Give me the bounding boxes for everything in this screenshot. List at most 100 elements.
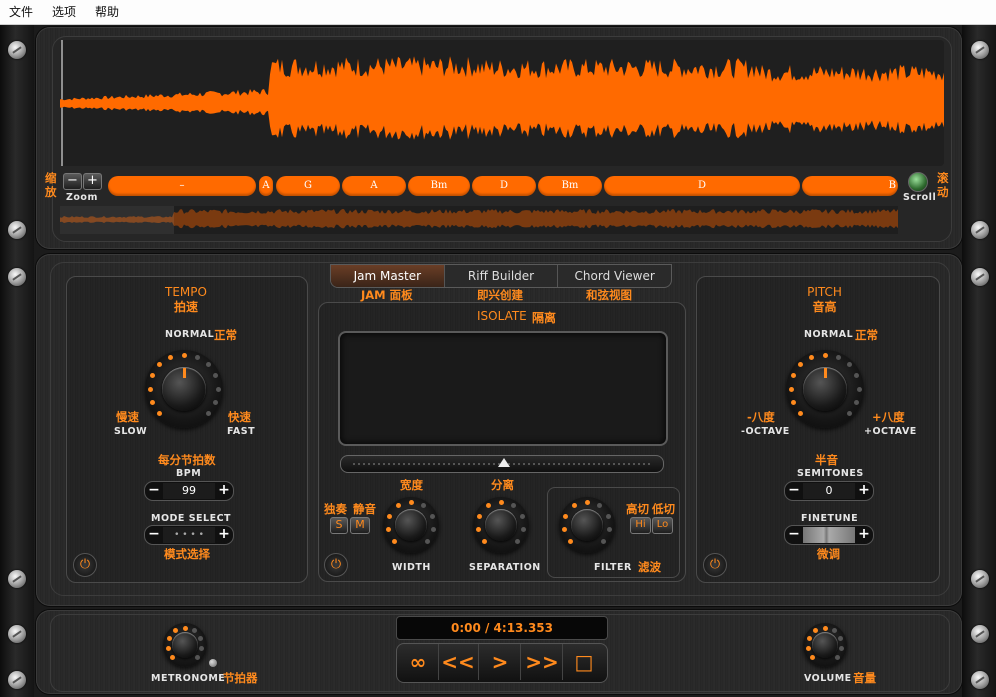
- overview-svg: [60, 206, 898, 234]
- waveform-overview[interactable]: [60, 206, 898, 234]
- knob-tick-led: [182, 625, 188, 631]
- scroll-toggle-button[interactable]: [908, 172, 928, 192]
- pitch-power-icon[interactable]: ⏻: [703, 553, 727, 577]
- screw-icon: [8, 268, 26, 286]
- knob-tick-led: [395, 503, 401, 509]
- knob-tick-led: [514, 538, 520, 544]
- tempo-fast-cn: 快速: [228, 410, 251, 424]
- finetune-increment-button[interactable]: +: [855, 527, 873, 543]
- pitch-title-cn: 音高: [812, 300, 837, 314]
- zoom-cn-label-2: 放: [45, 185, 57, 199]
- mute-button[interactable]: M: [350, 517, 370, 534]
- knob-tick-led: [511, 503, 517, 509]
- finetune-slider[interactable]: [803, 527, 855, 543]
- screw-icon: [8, 570, 26, 588]
- knob-tick-led: [788, 386, 794, 392]
- semitones-value[interactable]: 0: [803, 483, 855, 499]
- menu-help[interactable]: 帮助: [86, 0, 129, 24]
- chord-segment[interactable]: Bm: [408, 176, 470, 196]
- knob-tick-led: [846, 362, 852, 368]
- rewind-button[interactable]: <<: [438, 644, 479, 680]
- stop-button[interactable]: □: [564, 644, 604, 680]
- tempo-knob[interactable]: [145, 350, 223, 428]
- chord-segment[interactable]: –: [108, 176, 256, 196]
- knob-tick-led: [199, 645, 205, 651]
- play-button[interactable]: >: [480, 644, 521, 680]
- width-knob[interactable]: [383, 497, 439, 553]
- solo-button[interactable]: S: [330, 517, 348, 534]
- knob-tick-led: [822, 352, 828, 358]
- knob-tick-led: [568, 538, 574, 544]
- pitch-title: PITCH: [807, 285, 842, 299]
- knob-tick-led: [856, 386, 862, 392]
- bpm-decrement-button[interactable]: −: [145, 483, 163, 499]
- tab-jam-cn: JAM 面板: [361, 288, 413, 302]
- pitch-normal-label: NORMAL: [804, 329, 854, 340]
- hicut-cn-label: 高切: [626, 502, 649, 516]
- semitones-decrement-button[interactable]: −: [785, 483, 803, 499]
- knob-tick-led: [477, 513, 483, 519]
- bpm-value[interactable]: 99: [163, 483, 215, 499]
- mode-select-value[interactable]: • • • •: [163, 527, 215, 543]
- tempo-fast-label: FAST: [227, 426, 256, 437]
- knob-tick-led: [181, 352, 187, 358]
- plus-octave-label: +OCTAVE: [864, 426, 917, 437]
- tempo-title-cn: 拍速: [173, 300, 198, 314]
- loop-button[interactable]: ∞: [398, 644, 439, 680]
- waveform-display[interactable]: [60, 40, 944, 166]
- volume-knob[interactable]: [803, 623, 847, 667]
- tempo-knob-indicator: [183, 368, 186, 378]
- knob-tick-led: [605, 513, 611, 519]
- separation-knob[interactable]: [473, 497, 529, 553]
- chord-segment[interactable]: B: [802, 176, 898, 196]
- mode-prev-button[interactable]: −: [145, 527, 163, 543]
- screw-icon: [8, 41, 26, 59]
- mode-next-button[interactable]: +: [215, 527, 233, 543]
- zoom-label: Zoom: [66, 192, 98, 203]
- chord-segment[interactable]: D: [604, 176, 800, 196]
- chord-segment[interactable]: Bm: [538, 176, 602, 196]
- tab-chord-viewer[interactable]: Chord Viewer: [558, 265, 671, 287]
- lo-cut-button[interactable]: Lo: [652, 517, 673, 534]
- isolate-pan-slider[interactable]: [340, 455, 664, 473]
- width-knob-cap: [395, 509, 427, 541]
- filter-label: FILTER: [594, 562, 632, 573]
- mute-cn-label: 静音: [353, 502, 376, 516]
- tab-riff-builder[interactable]: Riff Builder: [445, 265, 559, 287]
- knob-tick-led: [482, 538, 488, 544]
- fast-forward-button[interactable]: >>: [522, 644, 563, 680]
- scroll-cn-label-2: 动: [937, 185, 949, 199]
- menu-file[interactable]: 文件: [0, 0, 43, 24]
- chord-segment[interactable]: A: [259, 176, 273, 196]
- semitones-increment-button[interactable]: +: [855, 483, 873, 499]
- finetune-decrement-button[interactable]: −: [785, 527, 803, 543]
- zoom-in-button[interactable]: +: [83, 173, 102, 190]
- menu-options[interactable]: 选项: [43, 0, 86, 24]
- zoom-out-button[interactable]: −: [63, 173, 82, 190]
- tempo-slow-label: SLOW: [114, 426, 148, 437]
- screw-icon: [971, 570, 989, 588]
- bpm-increment-button[interactable]: +: [215, 483, 233, 499]
- knob-tick-led: [561, 526, 567, 532]
- tempo-title: TEMPO: [165, 285, 207, 299]
- isolate-display[interactable]: [338, 331, 668, 446]
- knob-tick-led: [597, 503, 603, 509]
- minus-octave-label: -OCTAVE: [741, 426, 790, 437]
- knob-tick-led: [147, 386, 153, 392]
- filter-knob[interactable]: [559, 497, 615, 553]
- hi-cut-button[interactable]: Hi: [630, 517, 651, 534]
- tempo-power-icon[interactable]: ⏻: [73, 553, 97, 577]
- knob-tick-led: [498, 499, 504, 505]
- isolate-title: ISOLATE: [477, 309, 527, 323]
- metronome-knob[interactable]: [163, 623, 207, 667]
- tab-jam-master[interactable]: Jam Master: [331, 265, 445, 287]
- chord-segment[interactable]: D: [472, 176, 536, 196]
- knob-tick-led: [822, 625, 828, 631]
- knob-tick-led: [791, 373, 797, 379]
- slider-handle[interactable]: [498, 458, 510, 467]
- isolate-power-icon[interactable]: ⏻: [324, 553, 348, 577]
- pitch-knob[interactable]: [786, 350, 864, 428]
- chord-segment[interactable]: A: [342, 176, 406, 196]
- chord-segment[interactable]: G: [276, 176, 340, 196]
- finetune-stepper: − +: [784, 525, 874, 545]
